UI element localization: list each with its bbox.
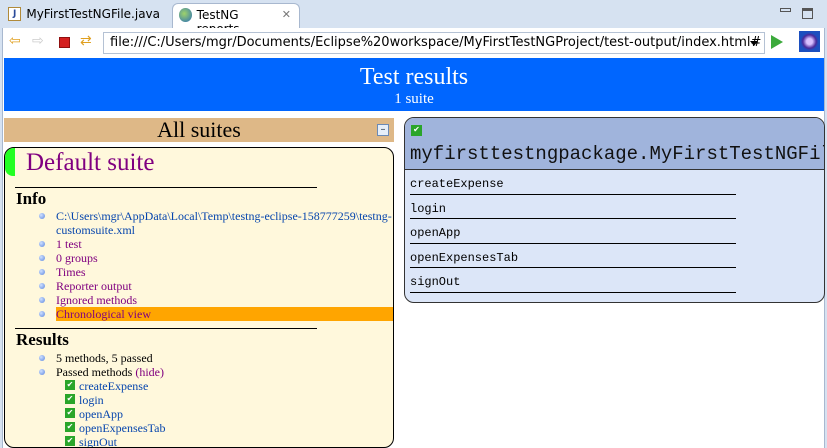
info-heading: Info: [16, 189, 47, 208]
check-icon: ✔: [65, 408, 75, 418]
ignored-methods-link[interactable]: Ignored methods: [39, 293, 393, 307]
times-link[interactable]: Times: [39, 265, 393, 279]
method-name: signOut: [79, 435, 118, 448]
passed-method-link[interactable]: ✔ signOut: [65, 435, 393, 448]
maximize-button[interactable]: [802, 8, 813, 19]
go-icon[interactable]: [771, 35, 783, 49]
method-row: login: [410, 195, 736, 220]
editor-tab-bar: J MyFirstTestNGFile.java TestNG reports …: [0, 0, 827, 36]
suite-status-bar: [5, 148, 15, 176]
java-file-icon: J: [8, 7, 22, 21]
method-name: login: [79, 393, 104, 407]
chronological-view-label: Chronological view: [56, 307, 393, 321]
method-name: createExpense: [79, 379, 149, 393]
class-panel: ✔ myfirsttestngpackage.MyFirstTestNGFile…: [404, 117, 825, 303]
passed-method-link[interactable]: ✔ openExpensesTab: [65, 421, 393, 435]
groups-link[interactable]: 0 groups: [39, 251, 393, 265]
tab-testng-reports[interactable]: TestNG reports ✕: [172, 3, 300, 36]
close-icon[interactable]: ✕: [282, 8, 291, 21]
passed-method-link[interactable]: ✔ openApp: [65, 407, 393, 421]
passed-method-link[interactable]: ✔ login: [65, 393, 393, 407]
chevron-down-icon[interactable]: [750, 41, 758, 46]
passed-methods-label: Passed methods: [56, 365, 133, 379]
browser-toolbar: ⇦ ⇨ ⇄ file:///C:/Users/mgr/Documents/Ecl…: [2, 28, 825, 57]
methods-summary: 5 methods, 5 passed: [39, 351, 393, 365]
divider: [15, 187, 317, 188]
results-list: 5 methods, 5 passed Passed methods (hide…: [39, 351, 393, 448]
check-icon: ✔: [411, 125, 422, 136]
check-icon: ✔: [65, 394, 75, 404]
reporter-output-link[interactable]: Reporter output: [39, 279, 393, 293]
refresh-icon[interactable]: ⇄: [80, 34, 92, 50]
page-title: Test results: [359, 64, 469, 90]
all-suites-header: All suites –: [4, 118, 394, 142]
method-name: openApp: [79, 407, 123, 421]
hide-link[interactable]: (hide): [135, 365, 164, 379]
check-icon: ✔: [65, 380, 75, 390]
url-input[interactable]: file:///C:/Users/mgr/Documents/Eclipse%2…: [103, 32, 765, 54]
collapse-icon[interactable]: –: [377, 124, 389, 136]
results-heading: Results: [16, 330, 69, 349]
suite-name[interactable]: Default suite: [26, 149, 154, 177]
method-row: createExpense: [410, 170, 736, 195]
passed-method-link[interactable]: ✔ createExpense: [65, 379, 393, 393]
class-header: ✔ myfirsttestngpackage.MyFirstTestNGFile: [405, 118, 824, 170]
class-name: myfirsttestngpackage.MyFirstTestNGFile: [410, 143, 825, 165]
suite-count: 1 suite: [394, 91, 434, 107]
method-row: openExpensesTab: [410, 244, 736, 269]
eclipse-icon[interactable]: [799, 31, 820, 52]
check-icon: ✔: [65, 422, 75, 432]
stop-icon[interactable]: [59, 37, 70, 48]
passed-methods: Passed methods (hide) ✔ createExpense ✔ lo…: [39, 365, 393, 448]
method-row: openApp: [410, 219, 736, 244]
tab-java-file[interactable]: J MyFirstTestNGFile.java: [2, 3, 168, 28]
minimize-button[interactable]: [780, 8, 791, 12]
method-name: openExpensesTab: [79, 421, 166, 435]
chronological-view-link[interactable]: Chronological view: [39, 307, 393, 321]
suite-file-link[interactable]: C:\Users\mgr\AppData\Local\Temp\testng-e…: [39, 209, 393, 237]
suite-panel: Default suite Info C:\Users\mgr\AppData\…: [4, 147, 394, 448]
tests-link[interactable]: 1 test: [39, 237, 393, 251]
report-banner: Test results 1 suite: [4, 58, 824, 111]
passed-methods-list: ✔ createExpense ✔ login ✔ openApp ✔ openExpe…: [65, 379, 393, 448]
method-row: signOut: [410, 268, 736, 293]
url-text: file:///C:/Users/mgr/Documents/Eclipse%2…: [110, 35, 762, 50]
info-list: C:\Users\mgr\AppData\Local\Temp\testng-e…: [39, 209, 393, 321]
back-icon[interactable]: ⇦: [9, 34, 21, 50]
check-icon: ✔: [65, 436, 75, 446]
globe-icon: [179, 8, 192, 22]
divider: [15, 328, 317, 329]
tab-label: MyFirstTestNGFile.java: [26, 7, 160, 21]
report-page: Test results 1 suite All suites – Defaul…: [2, 57, 825, 448]
all-suites-title: All suites: [157, 117, 241, 142]
forward-icon[interactable]: ⇨: [32, 34, 44, 50]
